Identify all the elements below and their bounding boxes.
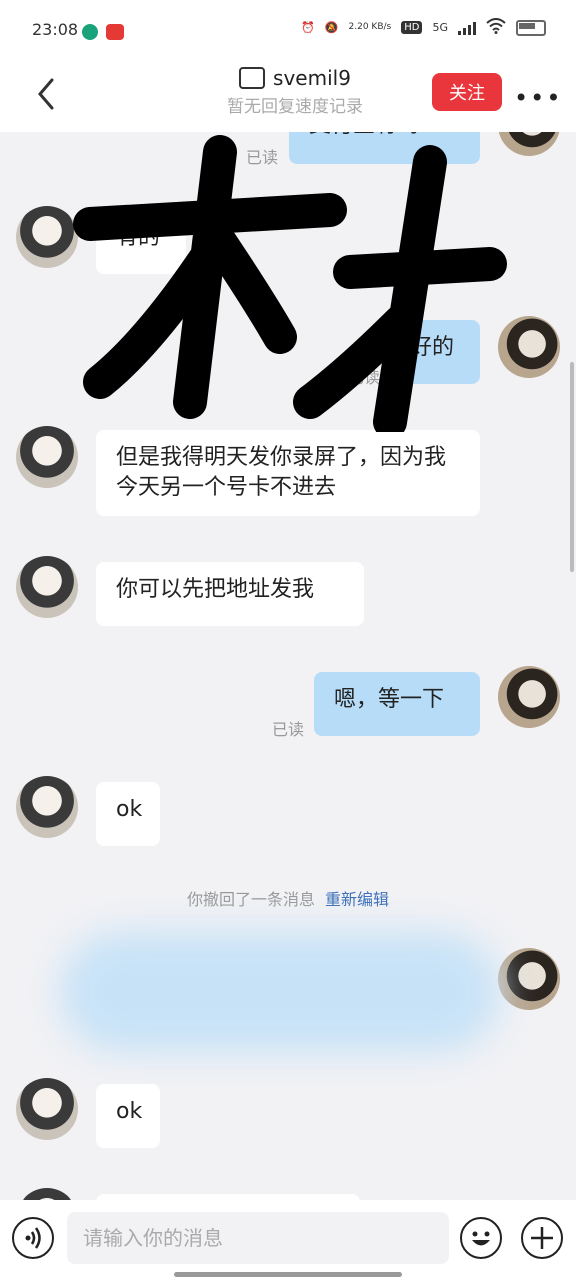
reedit-link[interactable]: 重新编辑 [325, 890, 389, 909]
message-input[interactable] [67, 1212, 449, 1264]
message-bubble-out[interactable]: 嗯，等一下 [314, 672, 480, 736]
cat-badge-icon [239, 67, 266, 89]
reply-speed-note: 暂无回复速度记录 [227, 97, 363, 117]
avatar[interactable] [16, 206, 78, 268]
mute-icon: 🔕 [324, 21, 339, 34]
contact-name: svemil9 [273, 66, 351, 90]
avatar[interactable] [16, 776, 78, 838]
home-indicator[interactable] [174, 1272, 402, 1277]
wifi-icon [486, 18, 506, 37]
plus-icon[interactable] [521, 1217, 563, 1259]
read-receipt: 已读 [272, 720, 305, 739]
contact-name-row[interactable]: svemil9 [200, 66, 390, 90]
app-notification-icon [82, 24, 98, 40]
message-bubble-in[interactable]: ok [96, 1084, 160, 1148]
status-icons: ⏰ 🔕 2.20 KB/s HD 5G [301, 18, 546, 37]
recall-text: 你撤回了一条消息 [186, 890, 315, 909]
more-icon[interactable]: ••• [514, 84, 562, 112]
chat-header: svemil9 暂无回复速度记录 关注 ••• [0, 60, 576, 132]
signal-icon [458, 21, 476, 35]
avatar[interactable] [498, 666, 560, 728]
scrollbar[interactable] [570, 362, 574, 572]
back-arrow-icon[interactable] [34, 76, 58, 112]
network-speed: 2.20 KB/s [348, 22, 392, 32]
redaction-scribble [73, 135, 507, 432]
blurred-message [60, 932, 500, 1052]
hd-badge: HD [401, 21, 423, 34]
message-bubble-in[interactable]: ok [96, 782, 160, 846]
input-bar [0, 1200, 576, 1280]
avatar[interactable] [16, 1078, 78, 1140]
status-bar: 23:08 ⏰ 🔕 2.20 KB/s HD 5G [0, 0, 576, 60]
emoji-icon[interactable] [460, 1217, 502, 1259]
avatar[interactable] [16, 1188, 78, 1200]
alarm-icon: ⏰ [301, 21, 315, 34]
title-block: svemil9 暂无回复速度记录 [200, 66, 390, 117]
recall-notice: 你撤回了一条消息 重新编辑 [0, 886, 576, 910]
follow-button[interactable]: 关注 [432, 73, 502, 111]
app-notification-icon-2 [106, 24, 124, 40]
voice-icon[interactable] [12, 1217, 54, 1259]
status-time: 23:08 [32, 20, 79, 39]
message-bubble-in[interactable]: 你可以先把地址发我 [96, 562, 364, 626]
battery-icon [516, 19, 546, 36]
avatar[interactable] [16, 426, 78, 488]
avatar[interactable] [498, 948, 560, 1010]
message-bubble-in[interactable]: 但是我得明天发你录屏了，因为我今天另一个号卡不进去 [96, 430, 480, 516]
avatar[interactable] [16, 556, 78, 618]
message-list[interactable]: 支付宝有吗？ 已读 有的 好的 已读 但是我得明天发你录屏了，因为我今天另一个号… [0, 132, 576, 1200]
network-type: 5G [432, 21, 448, 34]
